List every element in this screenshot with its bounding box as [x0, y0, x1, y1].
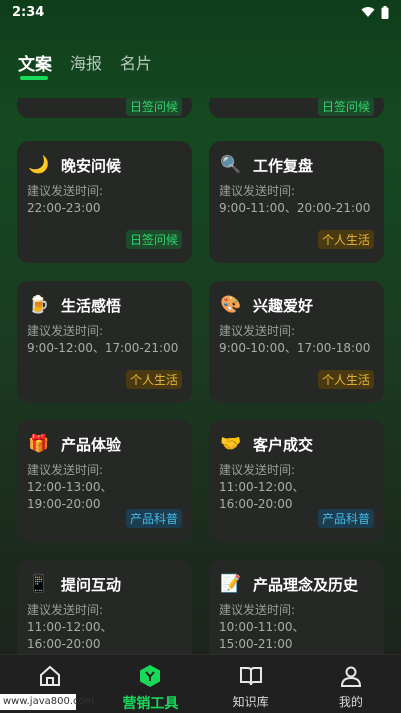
card-tag: 产品科普: [125, 509, 182, 528]
send-time-label: 建议发送时间:: [219, 184, 296, 198]
content-tabs: 文案 海报 名片: [0, 44, 401, 84]
tab-poster[interactable]: 海报: [70, 44, 102, 74]
phone-card-icon: 📱: [28, 574, 50, 594]
send-time-label: 建议发送时间:: [27, 603, 104, 617]
status-time: 2:34: [12, 4, 45, 20]
card-work-review[interactable]: 🔍 工作复盘 建议发送时间: 9:00-11:00、20:00-21:00 个人…: [209, 141, 384, 263]
user-icon: [338, 663, 364, 689]
card-title: 产品体验: [61, 435, 122, 454]
send-time-label: 建议发送时间:: [219, 603, 296, 617]
nav-label: 我的: [338, 695, 363, 709]
card-head: 📱 提问互动: [27, 572, 121, 596]
wifi-icon: [361, 7, 375, 17]
card-head: 🔍 工作复盘: [219, 153, 313, 177]
card-title: 提问互动: [61, 575, 122, 594]
cup-icon: 🍺: [28, 295, 50, 315]
card-head: 🎨 兴趣爱好: [219, 293, 313, 317]
send-time-label: 建议发送时间:: [27, 463, 104, 477]
nav-label: 知识库: [232, 695, 269, 709]
nav-knowledge-base[interactable]: 知识库: [201, 655, 301, 713]
card-product-experience[interactable]: 🎁 产品体验 建议发送时间: 12:00-13:00、 19:00-20:00 …: [17, 420, 192, 542]
card-qa-interaction[interactable]: 📱 提问互动 建议发送时间: 11:00-12:00、 16:00-20:00: [17, 560, 192, 654]
send-time-value: 10:00-11:00、 15:00-21:00: [219, 620, 305, 651]
card-title: 工作复盘: [253, 156, 314, 175]
status-bar: 2:34: [0, 0, 401, 24]
card-title: 产品理念及历史: [253, 575, 359, 594]
card-grid[interactable]: 日签问候 日签问候 🌙 晚安问候 建议发送时间: 22:00-23:00 日签问…: [0, 98, 401, 654]
card-title: 兴趣爱好: [253, 296, 314, 315]
send-time-value: 9:00-11:00、20:00-21:00: [219, 201, 371, 215]
card-partial-left[interactable]: 日签问候: [17, 98, 192, 118]
card-title: 晚安问候: [61, 156, 122, 175]
card-title: 生活感悟: [61, 296, 122, 315]
card-title: 客户成交: [253, 435, 314, 454]
card-head: 🤝 客户成交: [219, 432, 313, 456]
send-time-label: 建议发送时间:: [219, 463, 296, 477]
card-head: 🎁 产品体验: [27, 432, 121, 456]
gift-icon: 🎁: [28, 434, 50, 454]
send-time-value: 22:00-23:00: [27, 201, 101, 215]
send-time-value: 12:00-13:00、 19:00-20:00: [27, 480, 113, 511]
card-goodnight[interactable]: 🌙 晚安问候 建议发送时间: 22:00-23:00 日签问候: [17, 141, 192, 263]
palette-icon: 🎨: [220, 295, 242, 315]
card-tag: 日签问候: [125, 230, 182, 249]
card-tag: 产品科普: [317, 509, 374, 528]
send-time-value: 9:00-10:00、17:00-18:00: [219, 341, 371, 355]
card-product-history[interactable]: 📝 产品理念及历史 建议发送时间: 10:00-11:00、 15:00-21:…: [209, 560, 384, 654]
magnifier-icon: 🔍: [220, 155, 242, 175]
note-icon: 📝: [220, 574, 242, 594]
card-customer-deal[interactable]: 🤝 客户成交 建议发送时间: 11:00-12:00、 16:00-20:00 …: [209, 420, 384, 542]
moon-icon: 🌙: [28, 155, 50, 175]
send-time-label: 建议发送时间:: [27, 184, 104, 198]
card-tag: 个人生活: [125, 370, 182, 389]
handshake-icon: 🤝: [220, 434, 242, 454]
card-tag: 个人生活: [317, 230, 374, 249]
send-time-value: 11:00-12:00、 16:00-20:00: [27, 620, 113, 651]
nav-marketing-tools[interactable]: 营销工具: [100, 655, 200, 713]
send-time-value: 9:00-12:00、17:00-21:00: [27, 341, 179, 355]
send-time-value: 11:00-12:00、 16:00-20:00: [219, 480, 305, 511]
battery-icon: [381, 5, 389, 19]
marketing-tools-icon: [137, 663, 163, 689]
card-head: 🍺 生活感悟: [27, 293, 121, 317]
home-icon: [37, 663, 63, 689]
tab-copywriting[interactable]: 文案: [18, 44, 52, 80]
card-life-insight[interactable]: 🍺 生活感悟 建议发送时间: 9:00-12:00、17:00-21:00 个人…: [17, 281, 192, 403]
card-tag: 日签问候: [317, 98, 374, 116]
card-tag: 个人生活: [317, 370, 374, 389]
send-time-label: 建议发送时间:: [219, 324, 296, 338]
nav-profile[interactable]: 我的: [301, 655, 401, 713]
tab-business-card[interactable]: 名片: [120, 44, 152, 74]
card-head: 🌙 晚安问候: [27, 153, 121, 177]
status-icons: [361, 5, 389, 19]
watermark: www.java800.com: [0, 694, 94, 710]
card-tag: 日签问候: [125, 98, 182, 116]
nav-label: 营销工具: [122, 696, 179, 712]
send-time-label: 建议发送时间:: [27, 324, 104, 338]
card-hobbies[interactable]: 🎨 兴趣爱好 建议发送时间: 9:00-10:00、17:00-18:00 个人…: [209, 281, 384, 403]
card-partial-right[interactable]: 日签问候: [209, 98, 384, 118]
card-head: 📝 产品理念及历史: [219, 572, 358, 596]
book-icon: [238, 663, 264, 689]
